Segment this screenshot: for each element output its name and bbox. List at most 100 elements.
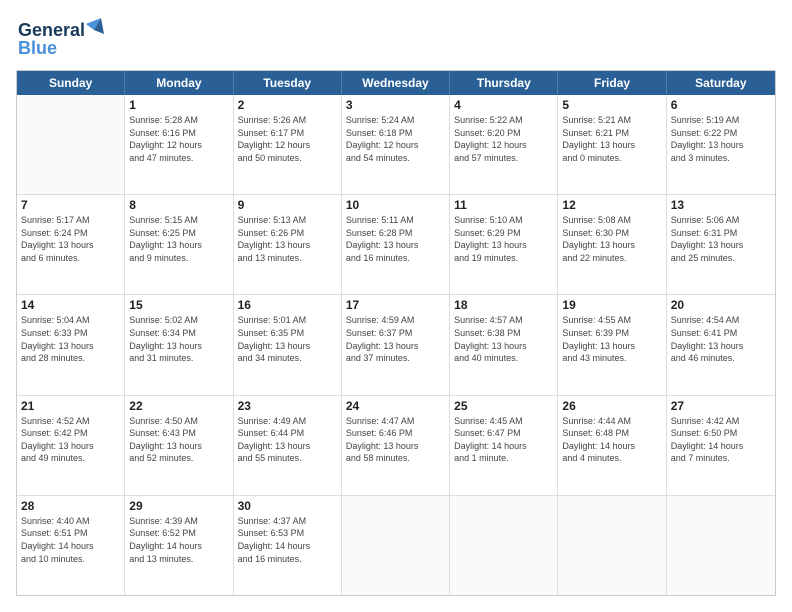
cal-cell: 4 Sunrise: 5:22 AM Sunset: 6:20 PM Daylig… bbox=[450, 95, 558, 194]
day-info: Sunrise: 5:19 AM Sunset: 6:22 PM Dayligh… bbox=[671, 114, 771, 164]
day-number: 18 bbox=[454, 298, 553, 312]
day-info: Sunrise: 5:21 AM Sunset: 6:21 PM Dayligh… bbox=[562, 114, 661, 164]
cal-cell bbox=[450, 496, 558, 595]
cal-cell: 23Sunrise: 4:49 AM Sunset: 6:44 PM Dayli… bbox=[234, 396, 342, 495]
day-info: Sunrise: 5:02 AM Sunset: 6:34 PM Dayligh… bbox=[129, 314, 228, 364]
day-info: Sunrise: 4:50 AM Sunset: 6:43 PM Dayligh… bbox=[129, 415, 228, 465]
day-number: 28 bbox=[21, 499, 120, 513]
cal-cell: 18 Sunrise: 4:57 AM Sunset: 6:38 PM Dayli… bbox=[450, 295, 558, 394]
day-info: Sunrise: 5:08 AM Sunset: 6:30 PM Dayligh… bbox=[562, 214, 661, 264]
day-info: Sunrise: 4:39 AM Sunset: 6:52 PM Dayligh… bbox=[129, 515, 228, 565]
day-info: Sunrise: 4:55 AM Sunset: 6:39 PM Dayligh… bbox=[562, 314, 661, 364]
day-info: Sunrise: 5:26 AM Sunset: 6:17 PM Dayligh… bbox=[238, 114, 337, 164]
cal-cell: 3Sunrise: 5:24 AM Sunset: 6:18 PM Daylig… bbox=[342, 95, 450, 194]
day-number: 16 bbox=[238, 298, 337, 312]
day-info: Sunrise: 5:01 AM Sunset: 6:35 PM Dayligh… bbox=[238, 314, 337, 364]
header: General Blue bbox=[16, 16, 776, 60]
logo: General Blue bbox=[16, 16, 106, 60]
calendar: SundayMondayTuesdayWednesdayThursdayFrid… bbox=[16, 70, 776, 596]
day-info: Sunrise: 5:10 AM Sunset: 6:29 PM Dayligh… bbox=[454, 214, 553, 264]
day-info: Sunrise: 4:57 AM Sunset: 6:38 PM Dayligh… bbox=[454, 314, 553, 364]
header-day-wednesday: Wednesday bbox=[342, 71, 450, 95]
header-day-sunday: Sunday bbox=[17, 71, 125, 95]
day-number: 6 bbox=[671, 98, 771, 112]
cal-cell: 20Sunrise: 4:54 AM Sunset: 6:41 PM Dayli… bbox=[667, 295, 775, 394]
cal-cell: 8Sunrise: 5:15 AM Sunset: 6:25 PM Daylig… bbox=[125, 195, 233, 294]
cal-cell: 14 Sunrise: 5:04 AM Sunset: 6:33 PM Dayli… bbox=[17, 295, 125, 394]
day-info: Sunrise: 5:22 AM Sunset: 6:20 PM Dayligh… bbox=[454, 114, 553, 164]
cal-cell bbox=[667, 496, 775, 595]
svg-text:General: General bbox=[18, 20, 85, 40]
cal-cell: 9 Sunrise: 5:13 AM Sunset: 6:26 PM Daylig… bbox=[234, 195, 342, 294]
day-number: 30 bbox=[238, 499, 337, 513]
header-day-tuesday: Tuesday bbox=[234, 71, 342, 95]
day-number: 27 bbox=[671, 399, 771, 413]
cal-cell: 16 Sunrise: 5:01 AM Sunset: 6:35 PM Dayli… bbox=[234, 295, 342, 394]
day-info: Sunrise: 5:13 AM Sunset: 6:26 PM Dayligh… bbox=[238, 214, 337, 264]
day-number: 3 bbox=[346, 98, 445, 112]
day-info: Sunrise: 4:49 AM Sunset: 6:44 PM Dayligh… bbox=[238, 415, 337, 465]
day-number: 11 bbox=[454, 198, 553, 212]
header-day-thursday: Thursday bbox=[450, 71, 558, 95]
cal-cell: 11 Sunrise: 5:10 AM Sunset: 6:29 PM Dayli… bbox=[450, 195, 558, 294]
cal-cell: 5Sunrise: 5:21 AM Sunset: 6:21 PM Daylig… bbox=[558, 95, 666, 194]
cal-cell: 30 Sunrise: 4:37 AM Sunset: 6:53 PM Dayli… bbox=[234, 496, 342, 595]
cal-cell: 13Sunrise: 5:06 AM Sunset: 6:31 PM Dayli… bbox=[667, 195, 775, 294]
day-number: 26 bbox=[562, 399, 661, 413]
day-number: 1 bbox=[129, 98, 228, 112]
day-number: 25 bbox=[454, 399, 553, 413]
day-info: Sunrise: 4:54 AM Sunset: 6:41 PM Dayligh… bbox=[671, 314, 771, 364]
day-number: 4 bbox=[454, 98, 553, 112]
cal-cell bbox=[17, 95, 125, 194]
cal-cell: 29 Sunrise: 4:39 AM Sunset: 6:52 PM Dayli… bbox=[125, 496, 233, 595]
cal-cell: 19 Sunrise: 4:55 AM Sunset: 6:39 PM Dayli… bbox=[558, 295, 666, 394]
cal-cell: 2 Sunrise: 5:26 AM Sunset: 6:17 PM Daylig… bbox=[234, 95, 342, 194]
day-info: Sunrise: 4:52 AM Sunset: 6:42 PM Dayligh… bbox=[21, 415, 120, 465]
day-number: 21 bbox=[21, 399, 120, 413]
day-number: 22 bbox=[129, 399, 228, 413]
day-info: Sunrise: 4:40 AM Sunset: 6:51 PM Dayligh… bbox=[21, 515, 120, 565]
cal-cell: 22 Sunrise: 4:50 AM Sunset: 6:43 PM Dayli… bbox=[125, 396, 233, 495]
cal-cell: 6 Sunrise: 5:19 AM Sunset: 6:22 PM Daylig… bbox=[667, 95, 775, 194]
cal-cell: 10 Sunrise: 5:11 AM Sunset: 6:28 PM Dayli… bbox=[342, 195, 450, 294]
cal-cell: 27 Sunrise: 4:42 AM Sunset: 6:50 PM Dayli… bbox=[667, 396, 775, 495]
cal-row-2: 7Sunrise: 5:17 AM Sunset: 6:24 PM Daylig… bbox=[17, 195, 775, 295]
cal-cell: 26 Sunrise: 4:44 AM Sunset: 6:48 PM Dayli… bbox=[558, 396, 666, 495]
day-number: 12 bbox=[562, 198, 661, 212]
cal-cell: 17Sunrise: 4:59 AM Sunset: 6:37 PM Dayli… bbox=[342, 295, 450, 394]
day-info: Sunrise: 4:44 AM Sunset: 6:48 PM Dayligh… bbox=[562, 415, 661, 465]
cal-cell: 21 Sunrise: 4:52 AM Sunset: 6:42 PM Dayli… bbox=[17, 396, 125, 495]
page: General Blue SundayMondayTuesdayWednesda… bbox=[0, 0, 792, 612]
logo-svg: General Blue bbox=[16, 16, 106, 60]
day-number: 14 bbox=[21, 298, 120, 312]
day-info: Sunrise: 5:04 AM Sunset: 6:33 PM Dayligh… bbox=[21, 314, 120, 364]
cal-row-4: 21 Sunrise: 4:52 AM Sunset: 6:42 PM Dayli… bbox=[17, 396, 775, 496]
day-number: 10 bbox=[346, 198, 445, 212]
day-number: 9 bbox=[238, 198, 337, 212]
cal-cell: 24 Sunrise: 4:47 AM Sunset: 6:46 PM Dayli… bbox=[342, 396, 450, 495]
cal-cell: 15 Sunrise: 5:02 AM Sunset: 6:34 PM Dayli… bbox=[125, 295, 233, 394]
cal-cell bbox=[342, 496, 450, 595]
cal-cell: 1 Sunrise: 5:28 AM Sunset: 6:16 PM Daylig… bbox=[125, 95, 233, 194]
cal-cell: 25Sunrise: 4:45 AM Sunset: 6:47 PM Dayli… bbox=[450, 396, 558, 495]
day-number: 29 bbox=[129, 499, 228, 513]
cal-cell: 28 Sunrise: 4:40 AM Sunset: 6:51 PM Dayli… bbox=[17, 496, 125, 595]
day-info: Sunrise: 5:28 AM Sunset: 6:16 PM Dayligh… bbox=[129, 114, 228, 164]
day-number: 2 bbox=[238, 98, 337, 112]
day-number: 19 bbox=[562, 298, 661, 312]
calendar-body: 1 Sunrise: 5:28 AM Sunset: 6:16 PM Daylig… bbox=[17, 95, 775, 595]
day-number: 24 bbox=[346, 399, 445, 413]
header-day-monday: Monday bbox=[125, 71, 233, 95]
day-info: Sunrise: 5:11 AM Sunset: 6:28 PM Dayligh… bbox=[346, 214, 445, 264]
day-number: 7 bbox=[21, 198, 120, 212]
day-info: Sunrise: 4:37 AM Sunset: 6:53 PM Dayligh… bbox=[238, 515, 337, 565]
header-day-saturday: Saturday bbox=[667, 71, 775, 95]
day-info: Sunrise: 4:47 AM Sunset: 6:46 PM Dayligh… bbox=[346, 415, 445, 465]
cal-cell: 12 Sunrise: 5:08 AM Sunset: 6:30 PM Dayli… bbox=[558, 195, 666, 294]
svg-text:Blue: Blue bbox=[18, 38, 57, 58]
cal-row-1: 1 Sunrise: 5:28 AM Sunset: 6:16 PM Daylig… bbox=[17, 95, 775, 195]
day-number: 15 bbox=[129, 298, 228, 312]
day-info: Sunrise: 4:42 AM Sunset: 6:50 PM Dayligh… bbox=[671, 415, 771, 465]
day-info: Sunrise: 4:59 AM Sunset: 6:37 PM Dayligh… bbox=[346, 314, 445, 364]
day-info: Sunrise: 5:06 AM Sunset: 6:31 PM Dayligh… bbox=[671, 214, 771, 264]
